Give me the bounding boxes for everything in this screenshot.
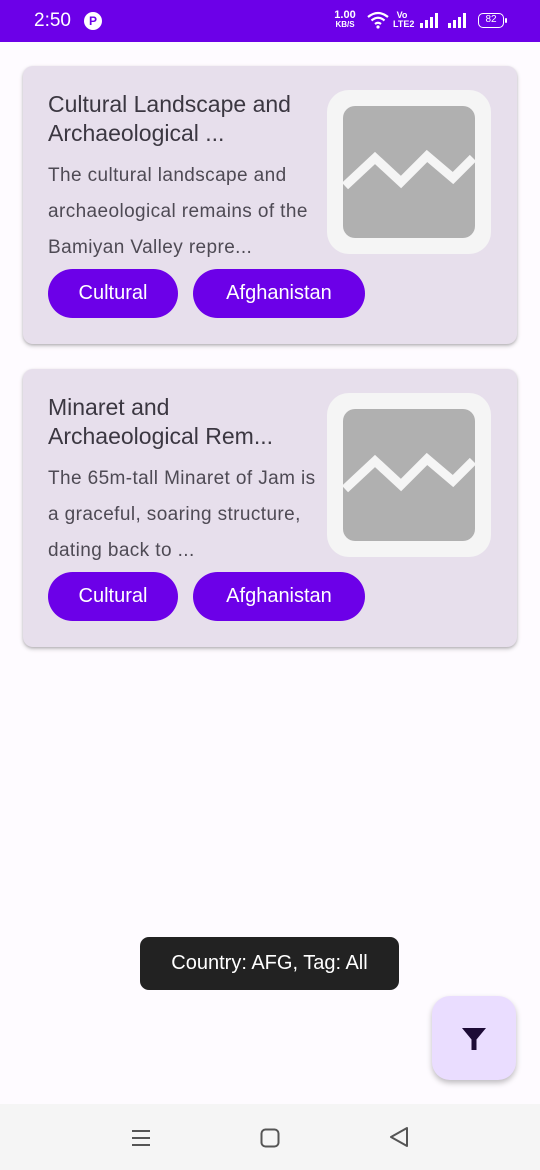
signal-icon [448, 13, 466, 28]
image-placeholder-icon [343, 409, 475, 541]
site-card[interactable]: Minaret and Archaeological Rem... The 65… [23, 369, 517, 647]
volte-bottom: LTE2 [393, 19, 415, 29]
status-bar: 2:50 P 1.00 KB/S Vo LTE2 82 [0, 0, 540, 42]
site-title: Minaret and Archaeological Rem... [48, 394, 273, 449]
home-icon[interactable] [260, 1128, 280, 1148]
system-nav-bar [0, 1104, 540, 1170]
country-chip[interactable]: Afghanistan [193, 572, 365, 621]
signal-icon [420, 13, 438, 28]
image-placeholder-icon [343, 106, 475, 238]
country-chip[interactable]: Afghanistan [193, 269, 365, 318]
battery-level: 82 [485, 14, 497, 25]
site-description: The 65m-tall Minaret of Jam is a gracefu… [48, 468, 316, 561]
tag-chip[interactable]: Cultural [48, 572, 178, 621]
volte-indicator: Vo LTE2 [393, 11, 415, 29]
toast-message: Country: AFG, Tag: All [140, 937, 399, 990]
back-icon[interactable] [388, 1126, 410, 1148]
tag-chip[interactable]: Cultural [48, 269, 178, 318]
filter-button[interactable] [432, 996, 516, 1080]
filter-icon [462, 1028, 486, 1050]
site-card[interactable]: Cultural Landscape and Archaeological ..… [23, 66, 517, 344]
menu-icon[interactable] [131, 1128, 151, 1148]
site-thumbnail [327, 90, 491, 254]
app-notification-icon: P [84, 12, 102, 30]
status-time: 2:50 [34, 10, 71, 31]
net-speed-unit: KB/S [335, 20, 355, 29]
site-thumbnail [327, 393, 491, 557]
site-description: The cultural landscape and archaeologica… [48, 165, 308, 258]
battery-icon: 82 [478, 13, 504, 28]
battery-tip [505, 18, 507, 23]
network-speed: 1.00 KB/S [331, 10, 359, 30]
site-title: Cultural Landscape and Archaeological ..… [48, 91, 291, 146]
wifi-icon [367, 11, 389, 29]
net-speed-value: 1.00 [334, 9, 356, 21]
